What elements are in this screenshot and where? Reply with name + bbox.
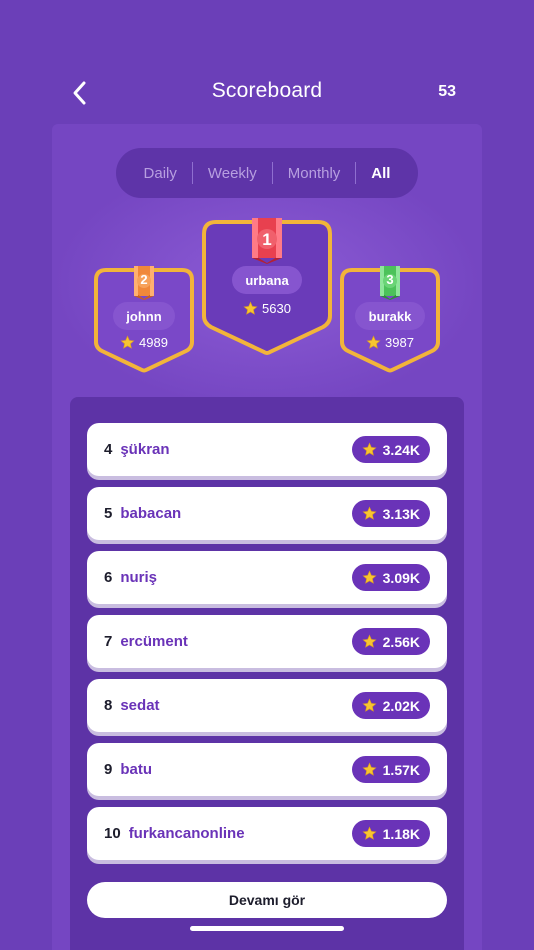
row-rank: 4 bbox=[104, 441, 113, 458]
leaderboard-row[interactable]: 7 ercüment 2.56K bbox=[87, 615, 447, 668]
row-username: furkancanonline bbox=[128, 825, 245, 842]
row-rank: 7 bbox=[104, 633, 113, 650]
star-icon bbox=[120, 334, 135, 349]
row-rank: 9 bbox=[104, 761, 113, 778]
row-score-badge: 3.24K bbox=[351, 436, 430, 463]
row-score: 2.02K bbox=[382, 697, 420, 714]
podium-first[interactable]: 1 urbana 5630 bbox=[200, 218, 334, 358]
tab-all[interactable]: All bbox=[356, 162, 405, 184]
podium-third[interactable]: 3 burakk 3987 bbox=[338, 266, 442, 376]
leaderboard-row[interactable]: 4 şükran 3.24K bbox=[87, 423, 447, 476]
podium-score-second-value: 4989 bbox=[139, 334, 168, 350]
row-score: 2.56K bbox=[382, 633, 420, 650]
tab-monthly[interactable]: Monthly bbox=[273, 162, 356, 184]
row-score-badge: 1.18K bbox=[351, 820, 430, 847]
leaderboard-row[interactable]: 6 nuriş 3.09K bbox=[87, 551, 447, 604]
podium-name-third: burakk bbox=[355, 302, 425, 330]
row-score: 3.09K bbox=[382, 569, 420, 586]
row-rank: 10 bbox=[104, 825, 121, 842]
row-score: 1.18K bbox=[382, 825, 420, 842]
row-username: nuriş bbox=[120, 569, 158, 586]
star-icon bbox=[362, 570, 377, 584]
row-username: babacan bbox=[120, 505, 182, 522]
star-icon bbox=[366, 334, 381, 349]
row-score: 1.57K bbox=[382, 761, 420, 778]
row-score-badge: 3.09K bbox=[351, 564, 430, 591]
star-icon bbox=[362, 442, 377, 456]
header: Scoreboard 53 bbox=[0, 66, 534, 120]
row-rank: 8 bbox=[104, 697, 113, 714]
podium-score-third: 3987 bbox=[338, 332, 442, 352]
row-score-badge: 2.56K bbox=[351, 628, 430, 655]
coin-count: 53 bbox=[438, 83, 456, 100]
row-score-badge: 1.57K bbox=[351, 756, 430, 783]
star-icon bbox=[243, 300, 258, 315]
leaderboard-row[interactable]: 5 babacan 3.13K bbox=[87, 487, 447, 540]
row-rank: 6 bbox=[104, 569, 113, 586]
star-icon bbox=[362, 634, 377, 648]
podium-name-second: johnn bbox=[113, 302, 175, 330]
star-icon bbox=[362, 826, 377, 840]
podium-score-second: 4989 bbox=[92, 332, 196, 352]
podium-rank-first: 1 bbox=[262, 230, 272, 249]
see-more-button[interactable]: Devamı gör bbox=[87, 882, 447, 918]
row-username: sedat bbox=[120, 697, 160, 714]
podium-score-first: 5630 bbox=[200, 298, 334, 318]
leaderboard-row[interactable]: 8 sedat 2.02K bbox=[87, 679, 447, 732]
period-tabs: Daily Weekly Monthly All bbox=[116, 148, 418, 198]
podium-rank-third: 3 bbox=[386, 272, 394, 287]
podium-rank-second: 2 bbox=[140, 272, 148, 287]
home-indicator[interactable] bbox=[190, 926, 344, 931]
star-icon bbox=[362, 762, 377, 776]
row-username: ercüment bbox=[120, 633, 188, 650]
row-score-badge: 3.13K bbox=[351, 500, 430, 527]
leaderboard-row[interactable]: 10 furkancanonline 1.18K bbox=[87, 807, 447, 860]
tab-weekly[interactable]: Weekly bbox=[193, 162, 272, 184]
star-icon bbox=[362, 698, 377, 712]
star-icon bbox=[362, 506, 377, 520]
leaderboard-list bbox=[70, 397, 464, 950]
row-username: şükran bbox=[120, 441, 170, 458]
row-score-badge: 2.02K bbox=[351, 692, 430, 719]
row-username: batu bbox=[120, 761, 153, 778]
podium-score-first-value: 5630 bbox=[262, 300, 291, 316]
podium-score-third-value: 3987 bbox=[385, 334, 414, 350]
row-score: 3.13K bbox=[382, 505, 420, 522]
tab-daily[interactable]: Daily bbox=[129, 162, 192, 184]
podium-second[interactable]: 2 johnn 4989 bbox=[92, 266, 196, 376]
row-score: 3.24K bbox=[382, 441, 420, 458]
leaderboard-row[interactable]: 9 batu 1.57K bbox=[87, 743, 447, 796]
podium-name-first: urbana bbox=[232, 266, 302, 294]
row-rank: 5 bbox=[104, 505, 113, 522]
